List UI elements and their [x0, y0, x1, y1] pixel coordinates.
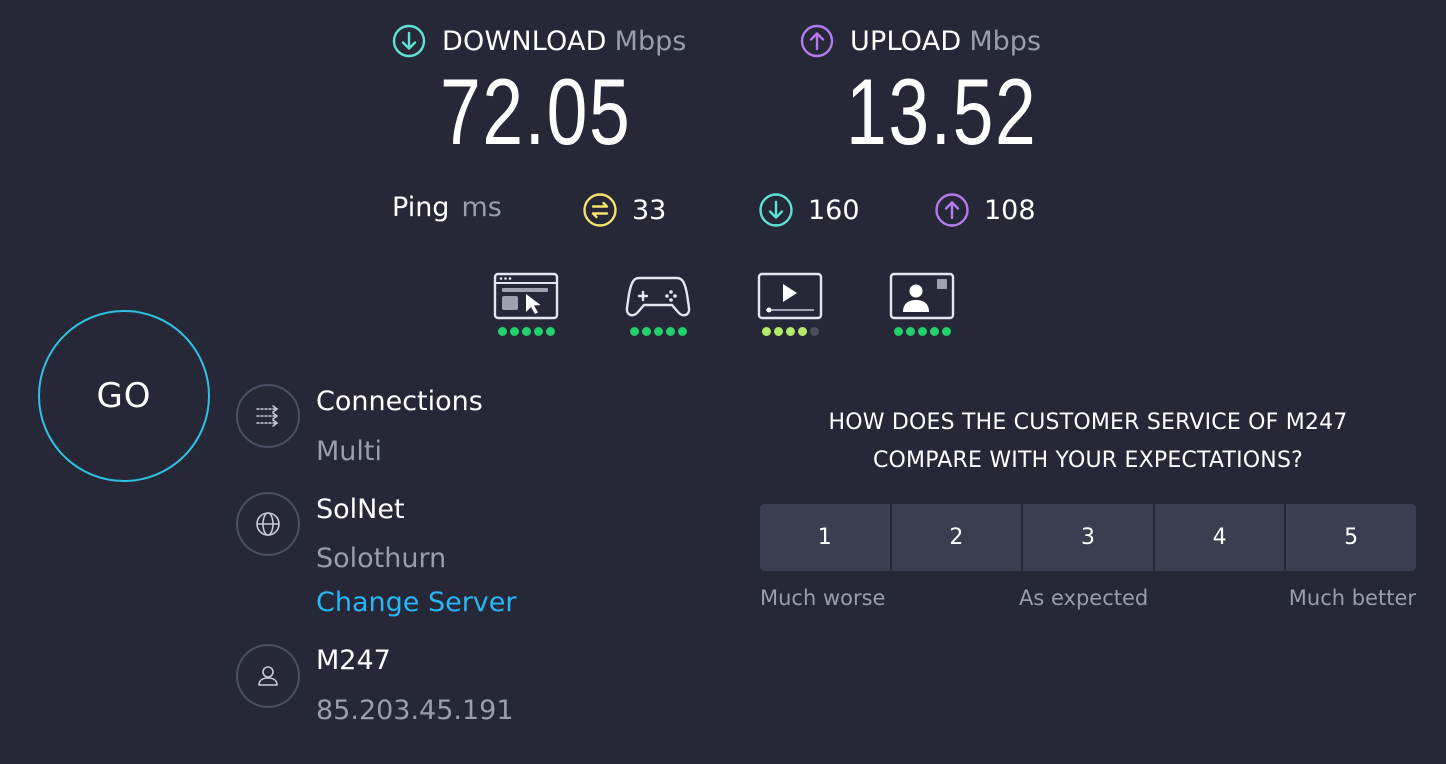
rating-option-3[interactable]: 3	[1023, 504, 1153, 571]
rating-dot	[629, 327, 639, 336]
scale-label-high: Much better	[1288, 586, 1416, 610]
upload-label: UPLOAD	[850, 25, 962, 57]
quality-rating-dots	[497, 327, 555, 336]
ping-idle-icon	[583, 193, 617, 227]
arrow-down-circle-icon	[759, 193, 793, 227]
rating-dot	[761, 327, 771, 336]
provider-name: M247	[316, 645, 391, 676]
globe-icon	[256, 512, 280, 536]
server-location: Solothurn	[316, 543, 447, 574]
rating-dot	[941, 327, 951, 336]
rating-dot	[509, 327, 519, 336]
download-label: DOWNLOAD	[442, 25, 607, 57]
arrow-up-circle-icon	[800, 24, 834, 58]
rating-dot	[785, 327, 795, 336]
download-value: 72.05	[440, 59, 632, 164]
survey-rating-group: 1 2 3 4 5	[760, 504, 1416, 571]
survey-question-line-1: HOW DOES THE CUSTOMER SERVICE OF M247	[828, 410, 1348, 435]
rating-dot	[773, 327, 783, 336]
connections-value[interactable]: Multi	[316, 436, 382, 467]
ping-download: 160	[758, 192, 860, 228]
rating-dot	[929, 327, 939, 336]
ping-label-group: Ping ms	[392, 192, 502, 223]
video-call-icon	[889, 272, 955, 320]
rating-dot	[677, 327, 687, 336]
download-header: DOWNLOAD Mbps	[392, 24, 686, 58]
rating-dot	[905, 327, 915, 336]
rating-option-1[interactable]: 1	[760, 504, 890, 571]
ping-label: Ping	[392, 192, 450, 223]
arrow-down-circle-icon	[392, 24, 426, 58]
rating-dot	[641, 327, 651, 336]
upload-value: 13.52	[846, 59, 1038, 164]
scale-label-mid: As expected	[1019, 586, 1149, 610]
ping-unit: ms	[461, 192, 502, 223]
survey-question: HOW DOES THE CUSTOMER SERVICE OF M247 CO…	[760, 404, 1416, 480]
quality-web-browsing[interactable]	[493, 272, 559, 336]
gaming-controller-icon	[625, 276, 691, 317]
go-button[interactable]: GO	[38, 310, 210, 482]
survey-question-line-2: COMPARE WITH YOUR EXPECTATIONS?	[872, 448, 1303, 473]
provider-ip: 85.203.45.191	[316, 695, 514, 726]
web-browsing-icon	[493, 272, 559, 320]
server-name: SolNet	[316, 494, 405, 525]
scale-label-low: Much worse	[760, 586, 886, 610]
ping-idle-value: 33	[632, 194, 667, 226]
rating-option-2[interactable]: 2	[891, 504, 1022, 571]
rating-option-4[interactable]: 4	[1154, 504, 1285, 571]
connections-icon-badge	[236, 384, 300, 448]
globe-icon-badge	[236, 492, 300, 556]
connections-icon	[256, 405, 279, 427]
rating-dot	[497, 327, 507, 336]
ping-upload: 108	[934, 192, 1036, 228]
ping-download-value: 160	[808, 194, 860, 226]
upload-unit: Mbps	[969, 25, 1042, 57]
connections-title: Connections	[316, 386, 483, 417]
rating-dot	[893, 327, 903, 336]
ping-upload-value: 108	[984, 194, 1036, 226]
rating-option-5[interactable]: 5	[1286, 504, 1416, 571]
rating-dot	[665, 327, 675, 336]
ping-idle: 33	[582, 192, 666, 228]
rating-dot	[809, 327, 819, 336]
quality-video-call[interactable]	[889, 272, 955, 336]
user-icon	[258, 666, 278, 686]
go-button-label: GO	[96, 376, 152, 416]
rating-dot	[653, 327, 663, 336]
video-streaming-icon	[757, 272, 823, 320]
rating-dot	[545, 327, 555, 336]
quality-gaming[interactable]	[625, 272, 691, 336]
rating-dot	[797, 327, 807, 336]
quality-rating-dots	[761, 327, 819, 336]
upload-header: UPLOAD Mbps	[800, 24, 1041, 58]
quality-rating-dots	[629, 327, 687, 336]
user-icon-badge	[236, 644, 300, 708]
download-unit: Mbps	[614, 25, 687, 57]
arrow-up-circle-icon	[935, 193, 969, 227]
rating-dot	[533, 327, 543, 336]
speedtest-result-page: DOWNLOAD Mbps 72.05 UPLOAD Mbps 13.52 Pi…	[0, 0, 1446, 764]
quality-rating-dots	[893, 327, 951, 336]
rating-dot	[917, 327, 927, 336]
rating-dot	[521, 327, 531, 336]
quality-video-streaming[interactable]	[757, 272, 823, 336]
change-server-link[interactable]: Change Server	[316, 587, 517, 618]
